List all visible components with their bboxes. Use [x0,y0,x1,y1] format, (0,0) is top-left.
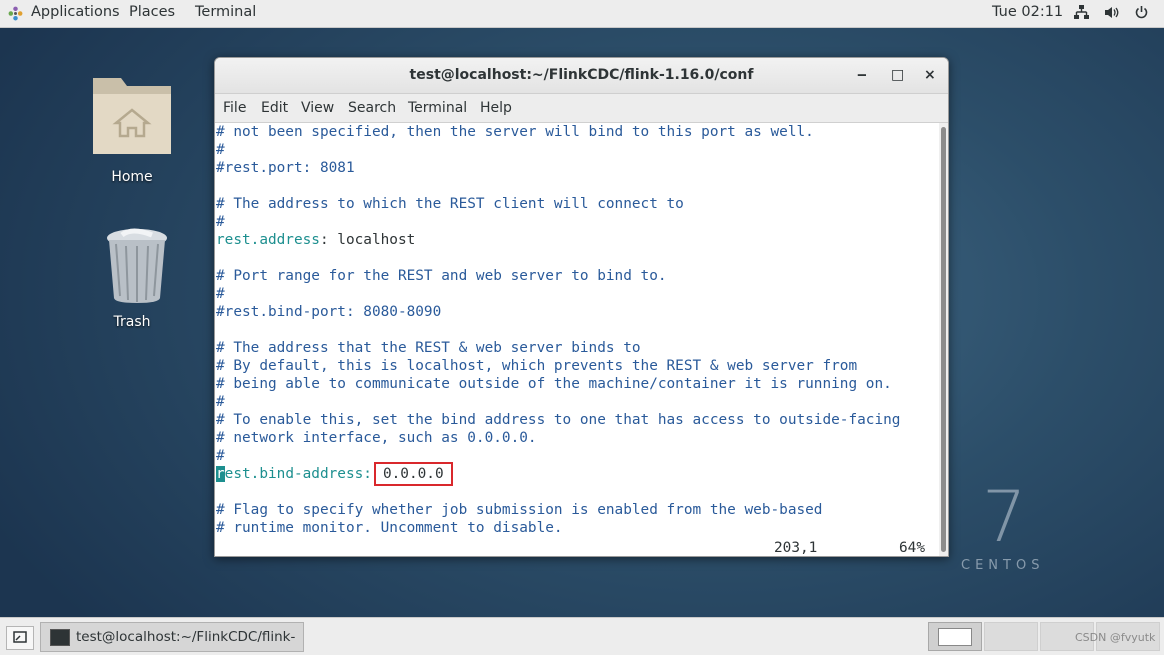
terminal-app-icon [50,629,70,646]
top-panel: Applications Places Terminal Tue 02:11 [0,0,1164,28]
highlighted-bind-address-value: 0.0.0.0 [373,462,453,486]
menu-edit[interactable]: Edit [261,100,288,116]
menu-terminal[interactable]: Terminal [408,100,467,116]
places-menu[interactable]: Places [129,4,175,20]
cursor-position: 203,1 [774,540,818,556]
power-icon [1134,5,1149,24]
workspace-2[interactable] [984,622,1038,651]
workspace-1[interactable] [928,622,982,651]
terminal-line: #rest.port: 8081 [216,160,355,176]
workspace-window-thumbnail [938,628,972,646]
scrollbar-thumb[interactable] [941,127,946,552]
show-desktop-icon [13,631,27,643]
terminal-menubar: File Edit View Search Terminal Help [215,94,948,123]
menu-view[interactable]: View [301,100,334,116]
terminal-line: # Flag to specify whether job submission… [216,502,823,518]
terminal-app-menu[interactable]: Terminal [195,4,256,20]
terminal-line: # [216,448,225,464]
clock[interactable]: Tue 02:11 [992,4,1063,20]
taskbar-terminal-item[interactable]: test@localhost:~/FlinkCDC/flink-1.1... [40,622,304,652]
applications-logo-icon [8,6,23,21]
terminal-text-area[interactable]: # not been specified, then the server wi… [215,123,939,556]
terminal-line: # The address that the REST & web server… [216,340,641,356]
terminal-line: # [216,286,225,302]
rest-address-separator: : [319,232,338,248]
terminal-scrollbar[interactable] [939,123,948,556]
terminal-window[interactable]: test@localhost:~/FlinkCDC/flink-1.16.0/c… [214,57,949,557]
window-titlebar[interactable]: test@localhost:~/FlinkCDC/flink-1.16.0/c… [215,58,948,94]
centos-version-watermark: 7 [982,476,1027,558]
terminal-line: # not been specified, then the server wi… [216,124,814,140]
volume-icon [1104,5,1120,24]
terminal-line: # [216,394,225,410]
terminal-line: # By default, this is localhost, which p… [216,358,858,374]
terminal-line: # Port range for the REST and web server… [216,268,667,284]
rest-bind-address-key: est.bind-address [224,466,364,482]
home-label: Home [111,169,153,185]
text-cursor: r [216,466,225,482]
trash-label: Trash [113,314,151,330]
terminal-line: # [216,214,225,230]
close-button[interactable]: × [924,67,936,83]
rest-bind-address-line: rest.bind-address: 0.0.0.0 [216,462,453,486]
desktop-home-icon[interactable]: Home [87,74,177,185]
menu-help[interactable]: Help [480,100,512,116]
terminal-line: #rest.bind-port: 8080-8090 [216,304,442,320]
rest-address-value: localhost [337,232,416,248]
rest-bind-address-separator: : [363,466,372,482]
terminal-line: # runtime monitor. Uncomment to disable. [216,520,563,536]
terminal-line: # being able to communicate outside of t… [216,376,892,392]
menu-file[interactable]: File [223,100,246,116]
taskbar-item-label: test@localhost:~/FlinkCDC/flink-1.1... [76,629,296,645]
desktop-trash-icon[interactable]: Trash [87,226,177,330]
system-tray[interactable] [1074,5,1159,24]
rest-address-key: rest.address [216,232,320,248]
rest-address-line: rest.address: localhost [216,231,415,249]
applications-menu[interactable]: Applications [31,4,120,20]
minimize-button[interactable]: ‒ [857,67,867,83]
terminal-line: # To enable this, set the bind address t… [216,412,901,428]
csdn-watermark: CSDN @fvyutk [1075,631,1156,644]
trash-can-icon [107,228,167,303]
network-icon [1074,5,1089,24]
bottom-panel: test@localhost:~/FlinkCDC/flink-1.1... C… [0,617,1164,655]
scroll-percent: 64% [899,540,925,556]
maximize-button[interactable]: □ [891,67,904,83]
menu-search[interactable]: Search [348,100,396,116]
show-desktop-button[interactable] [6,626,34,650]
terminal-line: # The address to which the REST client w… [216,196,684,212]
terminal-line: # [216,142,225,158]
centos-brand-watermark: CENTOS [961,558,1045,573]
folder-home-icon [93,78,171,154]
window-title: test@localhost:~/FlinkCDC/flink-1.16.0/c… [409,67,754,83]
terminal-line: # network interface, such as 0.0.0.0. [216,430,537,446]
